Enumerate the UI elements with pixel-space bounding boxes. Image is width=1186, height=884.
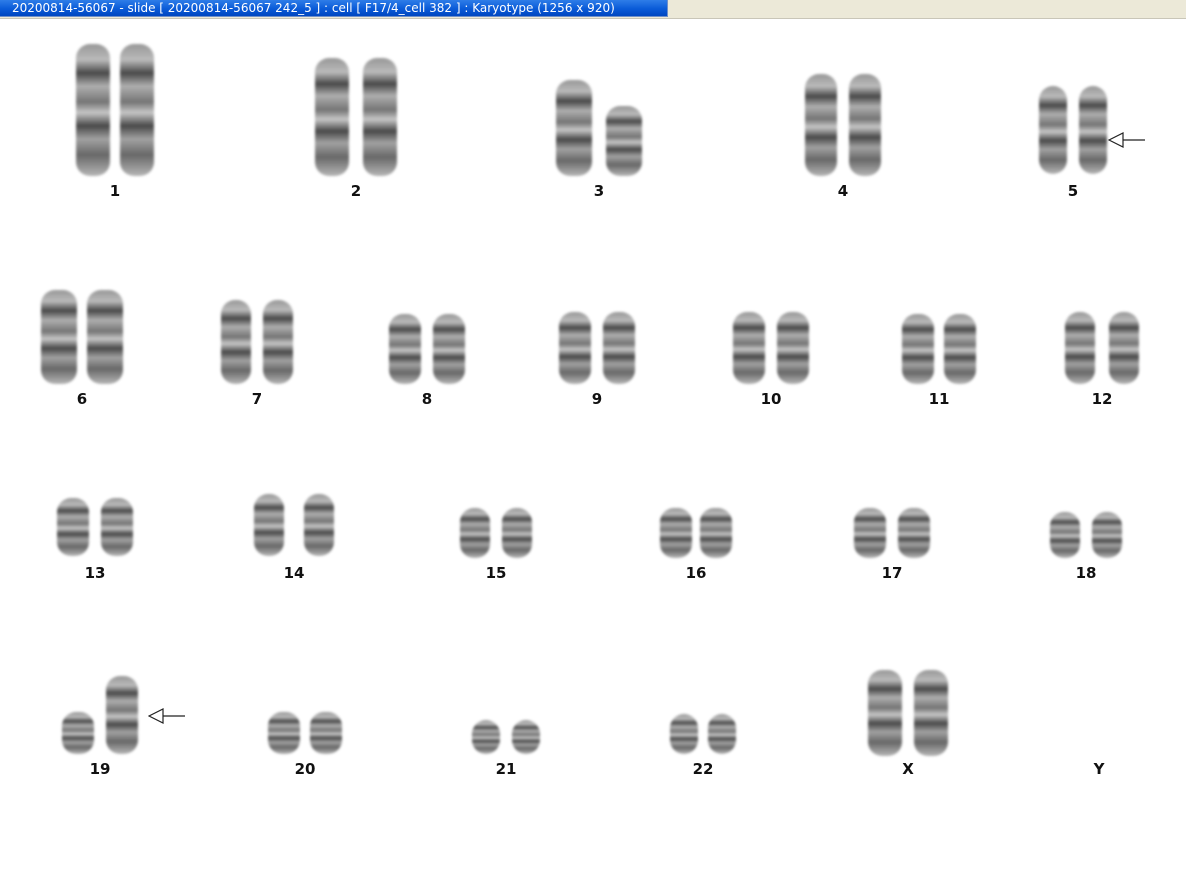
chromosome-label-y: Y xyxy=(1093,760,1105,778)
chromosome-11-a xyxy=(902,314,934,384)
chromosome-4-b xyxy=(849,74,881,176)
chromosome-label-22: 22 xyxy=(692,760,714,778)
chromosome-label-12: 12 xyxy=(1091,390,1113,408)
chromosome-7-a xyxy=(221,300,251,384)
chromosome-6-b xyxy=(87,290,123,384)
chromosome-21-b xyxy=(512,720,540,754)
window-titlebar: 20200814-56067 - slide [ 20200814-56067 … xyxy=(0,0,1186,19)
chromosome-x-b xyxy=(914,670,948,756)
chromosome-17-a xyxy=(854,508,886,558)
chromosome-5-b xyxy=(1079,86,1107,174)
chromosome-20-b xyxy=(310,712,342,754)
chromosome-8-b xyxy=(433,314,465,384)
chromosome-6-a xyxy=(41,290,77,384)
chromosome-18-a xyxy=(1050,512,1080,558)
chromosome-15-a xyxy=(460,508,490,558)
chromosome-label-14: 14 xyxy=(283,564,305,582)
chromosome-label-13: 13 xyxy=(84,564,106,582)
karyotype-canvas: 1 2 3 4 5 6 7 8 9 10 11 12 13 14 15 16 17 18 19 20 21 22 X Y xyxy=(0,18,1186,884)
chromosome-3-b xyxy=(606,106,642,176)
chromosome-label-18: 18 xyxy=(1075,564,1097,582)
chromosome-22-a xyxy=(670,714,698,754)
chromosome-label-4: 4 xyxy=(837,182,849,200)
chromosome-label-2: 2 xyxy=(350,182,362,200)
chromosome-4-a xyxy=(805,74,837,176)
chromosome-17-b xyxy=(898,508,930,558)
chromosome-label-8: 8 xyxy=(421,390,433,408)
chromosome-8-a xyxy=(389,314,421,384)
chromosome-19-b xyxy=(106,676,138,754)
chromosome-label-9: 9 xyxy=(591,390,603,408)
chromosome-11-b xyxy=(944,314,976,384)
window-title: 20200814-56067 - slide [ 20200814-56067 … xyxy=(12,1,615,15)
chromosome-x-a xyxy=(868,670,902,756)
chromosome-label-1: 1 xyxy=(109,182,121,200)
chromosome-label-10: 10 xyxy=(760,390,782,408)
chromosome-15-b xyxy=(502,508,532,558)
chromosome-9-a xyxy=(559,312,591,384)
chromosome-18-b xyxy=(1092,512,1122,558)
chromosome-5-a xyxy=(1039,86,1067,174)
chromosome-2-b xyxy=(363,58,397,176)
arrow-icon xyxy=(1108,132,1145,148)
chromosome-14-a xyxy=(254,494,284,556)
chromosome-label-5: 5 xyxy=(1067,182,1079,200)
chromosome-label-15: 15 xyxy=(485,564,507,582)
chromosome-1-a xyxy=(76,44,110,176)
chromosome-12-a xyxy=(1065,312,1095,384)
chromosome-20-a xyxy=(268,712,300,754)
chromosome-14-b xyxy=(304,494,334,556)
chromosome-label-21: 21 xyxy=(495,760,517,778)
chromosome-1-b xyxy=(120,44,154,176)
chromosome-2-a xyxy=(315,58,349,176)
chromosome-label-20: 20 xyxy=(294,760,316,778)
chromosome-22-b xyxy=(708,714,736,754)
chromosome-label-3: 3 xyxy=(593,182,605,200)
chromosome-label-x: X xyxy=(902,760,914,778)
chromosome-16-a xyxy=(660,508,692,558)
chromosome-label-17: 17 xyxy=(881,564,903,582)
chromosome-13-b xyxy=(101,498,133,556)
chromosome-label-19: 19 xyxy=(89,760,111,778)
arrow-icon xyxy=(148,708,185,724)
chromosome-7-b xyxy=(263,300,293,384)
chromosome-21-a xyxy=(472,720,500,754)
chromosome-10-a xyxy=(733,312,765,384)
chromosome-3-a xyxy=(556,80,592,176)
chromosome-12-b xyxy=(1109,312,1139,384)
chromosome-9-b xyxy=(603,312,635,384)
chromosome-16-b xyxy=(700,508,732,558)
window-title-tab[interactable]: 20200814-56067 - slide [ 20200814-56067 … xyxy=(0,0,668,17)
chromosome-13-a xyxy=(57,498,89,556)
chromosome-label-16: 16 xyxy=(685,564,707,582)
chromosome-19-a xyxy=(62,712,94,754)
chromosome-10-b xyxy=(777,312,809,384)
chromosome-label-7: 7 xyxy=(251,390,263,408)
chromosome-label-6: 6 xyxy=(76,390,88,408)
chromosome-label-11: 11 xyxy=(928,390,950,408)
